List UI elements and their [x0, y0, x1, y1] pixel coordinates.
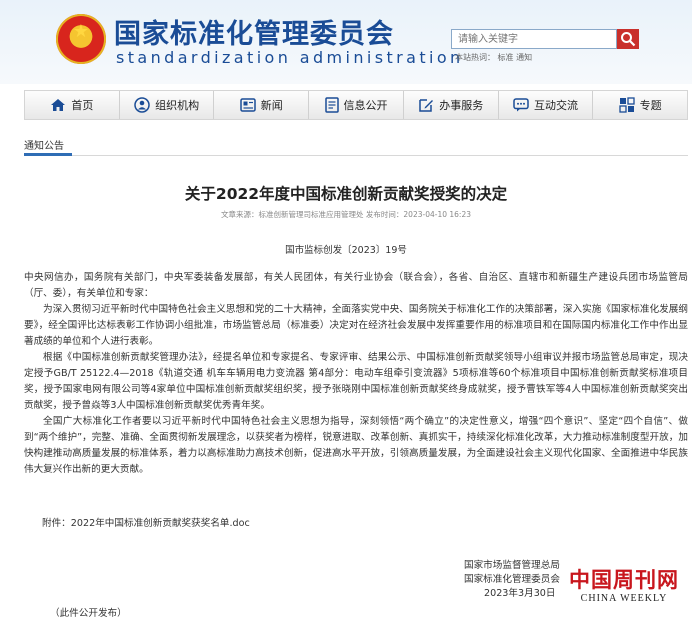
chat-icon [513, 98, 529, 112]
hot-searches: 本站热词： 标准 通知 [455, 53, 533, 62]
body-paragraph: 中央网信办，国务院有关部门，中央军委装备发展部，有关人民团体，有关行业协会（联合… [24, 272, 688, 299]
publication-note: （此件公开发布） [50, 608, 127, 619]
news-icon [240, 98, 256, 112]
nav-item-home[interactable]: 首页 [25, 91, 120, 119]
home-icon [51, 99, 66, 111]
watermark-cn: 中国周刊网 [569, 567, 679, 592]
china-weekly-watermark: 中国周刊网 CHINA WEEKLY [562, 567, 686, 605]
signature-line: 国家市场监督管理总局 [464, 560, 560, 571]
article-body: 中央网信办，国务院有关部门，中央军委装备发展部，有关人民团体，有关行业协会（联合… [24, 270, 688, 478]
nav-item-label: 互动交流 [533, 99, 578, 112]
nav-item-label: 办事服务 [439, 99, 484, 112]
document-number: 国市监标创发〔2023〕19号 [285, 245, 407, 256]
topic-icon [619, 97, 635, 113]
watermark-en: CHINA WEEKLY [580, 593, 668, 604]
site-name-en: standardization administration [116, 48, 464, 67]
body-paragraph: 根据《中国标准创新贡献奖管理办法》，经提名单位和专家提名、专家评审、结果公示、中… [24, 352, 688, 411]
nav-item-news[interactable]: 新闻 [214, 91, 310, 119]
nav-item-info-disclosure[interactable]: 信息公开 [309, 91, 404, 119]
nav-item-interaction[interactable]: 互动交流 [499, 91, 594, 119]
attachment-link[interactable]: 附件：2022年中国标准创新贡献奖获奖名单.doc [42, 515, 250, 529]
search-input[interactable] [451, 29, 617, 49]
edit-icon [419, 99, 434, 112]
signature-block: 国家市场监督管理总局 国家标准化管理委员会 2023年3月30日 [464, 559, 560, 601]
nav-item-label: 首页 [71, 99, 94, 112]
nav-item-label: 专题 [639, 99, 662, 112]
search-icon [621, 32, 636, 47]
national-emblem-icon: ★ [56, 14, 106, 64]
body-paragraph: 为深入贯彻习近平新时代中国特色社会主义思想和党的二十大精神，全面落实党中央、国务… [24, 304, 688, 347]
site-name[interactable]: 国家标准化管理委员会 [114, 20, 394, 50]
body-paragraph: 全国广大标准化工作者要以习近平新时代中国特色社会主义思想为指导，深刻领悟“两个确… [24, 416, 688, 475]
signature-date: 2023年3月30日 [484, 588, 556, 599]
signature-line: 国家标准化管理委员会 [464, 574, 560, 585]
site-header: ★ 国家标准化管理委员会 standardization administrat… [0, 0, 692, 84]
nav-item-label: 新闻 [260, 99, 283, 112]
nav-item-topics[interactable]: 专题 [593, 91, 687, 119]
main-nav: 首页 组织机构 新闻 信息公开 办事服务 互动交流 专题 [24, 90, 688, 120]
document-icon [324, 97, 339, 113]
nav-item-services[interactable]: 办事服务 [404, 91, 499, 119]
breadcrumb-underline [24, 153, 72, 156]
org-icon [134, 97, 150, 113]
breadcrumb-divider [24, 155, 688, 156]
article-meta: 文章来源：标准创新管理司标准应用管理处 发布时间：2023-04-10 16:2… [221, 210, 471, 219]
nav-item-label: 组织机构 [155, 99, 200, 112]
nav-item-label: 信息公开 [343, 99, 388, 112]
breadcrumb[interactable]: 通知公告 [24, 137, 64, 152]
nav-item-org[interactable]: 组织机构 [120, 91, 215, 119]
article-title: 关于2022年度中国标准创新贡献奖授奖的决定 [184, 185, 508, 203]
search-button[interactable] [617, 29, 639, 49]
